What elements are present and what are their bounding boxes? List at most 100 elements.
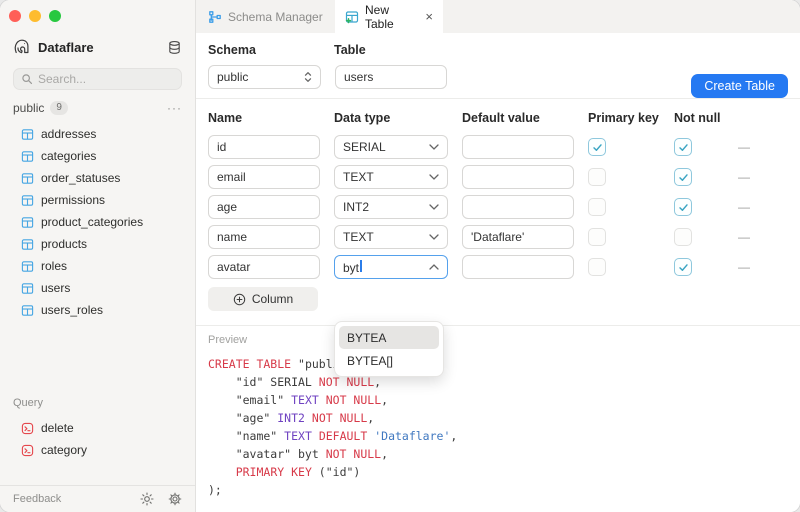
chevron-down-icon <box>429 204 439 210</box>
default-value-input[interactable] <box>462 255 574 279</box>
more-options-icon[interactable]: ··· <box>167 101 182 115</box>
sidebar-footer: Feedback <box>0 485 195 512</box>
sidebar-item-products[interactable]: products <box>0 233 195 255</box>
primary-key-checkbox[interactable] <box>588 228 606 246</box>
table-list: addresses categories order_statuses perm… <box>0 123 195 321</box>
remove-column-button[interactable]: — <box>738 140 762 154</box>
close-window-button[interactable] <box>9 10 21 22</box>
column-name-input[interactable] <box>208 225 320 249</box>
sidebar-item-categories[interactable]: categories <box>0 145 195 167</box>
tab-bar: Schema Manager New Table × <box>196 0 800 33</box>
column-name-input[interactable] <box>208 135 320 159</box>
not-null-checkbox[interactable] <box>674 168 692 186</box>
primary-key-checkbox[interactable] <box>588 168 606 186</box>
schema-manager-icon <box>208 10 222 24</box>
dropdown-option-bytea[interactable]: BYTEA <box>339 326 439 349</box>
schema-group-row[interactable]: public 9 ··· <box>13 101 182 115</box>
header-default-value: Default value <box>462 111 574 125</box>
chevron-down-icon <box>429 144 439 150</box>
not-null-checkbox[interactable] <box>674 258 692 276</box>
column-name-input[interactable] <box>208 165 320 189</box>
schema-select[interactable]: public <box>208 65 321 89</box>
header-name: Name <box>208 111 320 125</box>
primary-key-checkbox[interactable] <box>588 258 606 276</box>
data-type-dropdown: BYTEA BYTEA[] <box>334 321 444 377</box>
column-row-email: TEXT — <box>208 165 788 189</box>
column-row-name: TEXT — <box>208 225 788 249</box>
dataflare-elephant-logo-icon <box>13 38 31 56</box>
tab-new-table[interactable]: New Table × <box>335 0 443 33</box>
sidebar-item-order-statuses[interactable]: order_statuses <box>0 167 195 189</box>
data-type-select[interactable]: TEXT <box>334 165 448 189</box>
stepper-icon <box>304 71 312 83</box>
sidebar-item-product-categories[interactable]: product_categories <box>0 211 195 233</box>
column-row-age: INT2 — <box>208 195 788 219</box>
default-value-input[interactable] <box>462 195 574 219</box>
preview-label: Preview <box>208 334 788 346</box>
chevron-down-icon <box>429 174 439 180</box>
data-type-select[interactable]: TEXT <box>334 225 448 249</box>
close-tab-icon[interactable]: × <box>425 10 433 23</box>
default-value-input[interactable] <box>462 165 574 189</box>
sidebar-item-users-roles[interactable]: users_roles <box>0 299 195 321</box>
minimize-window-button[interactable] <box>29 10 41 22</box>
dropdown-option-bytea-array[interactable]: BYTEA[] <box>339 349 439 372</box>
app-window: Dataflare public 9 ··· <box>0 0 800 512</box>
primary-key-checkbox[interactable] <box>588 198 606 216</box>
settings-gear-icon[interactable] <box>168 492 182 506</box>
column-row-id: SERIAL — <box>208 135 788 159</box>
window-controls <box>0 0 195 22</box>
plus-circle-icon <box>233 293 246 306</box>
preview-section: Preview CREATE TABLE "public"."users" ( … <box>196 326 800 499</box>
tab-schema-manager[interactable]: Schema Manager <box>196 0 335 33</box>
data-type-select[interactable]: SERIAL <box>334 135 448 159</box>
data-type-combobox[interactable]: byt <box>334 255 448 279</box>
search-icon <box>21 73 33 85</box>
zoom-window-button[interactable] <box>49 10 61 22</box>
app-title: Dataflare <box>38 40 167 55</box>
column-name-input[interactable] <box>208 195 320 219</box>
query-section-label: Query <box>13 397 195 409</box>
table-label: Table <box>334 43 366 57</box>
primary-key-checkbox[interactable] <box>588 138 606 156</box>
sidebar-item-permissions[interactable]: permissions <box>0 189 195 211</box>
sidebar-item-roles[interactable]: roles <box>0 255 195 277</box>
not-null-checkbox[interactable] <box>674 228 692 246</box>
schema-label: Schema <box>208 43 334 57</box>
new-table-panel: Schema Table public Create Table <box>196 33 800 512</box>
sql-code: CREATE TABLE "public"."users" ( "id" SER… <box>208 355 788 499</box>
new-table-icon <box>345 10 359 24</box>
sidebar-item-query-category[interactable]: category <box>0 439 195 461</box>
sidebar-item-users[interactable]: users <box>0 277 195 299</box>
table-name-input[interactable] <box>335 65 447 89</box>
header-primary-key: Primary key <box>588 111 660 125</box>
remove-column-button[interactable]: — <box>738 200 762 214</box>
header-data-type: Data type <box>334 111 448 125</box>
default-value-input[interactable] <box>462 225 574 249</box>
create-table-button[interactable]: Create Table <box>691 74 788 98</box>
database-icon[interactable] <box>167 40 182 55</box>
text-caret <box>360 260 362 272</box>
sidebar: Dataflare public 9 ··· <box>0 0 196 512</box>
remove-column-button[interactable]: — <box>738 230 762 244</box>
search-box[interactable] <box>13 68 182 90</box>
query-section: Query delete category <box>0 397 195 461</box>
remove-column-button[interactable]: — <box>738 260 762 274</box>
search-input[interactable] <box>38 72 174 86</box>
not-null-checkbox[interactable] <box>674 138 692 156</box>
main-area: Schema Manager New Table × Schema Table <box>196 0 800 512</box>
remove-column-button[interactable]: — <box>738 170 762 184</box>
column-name-input[interactable] <box>208 255 320 279</box>
table-count-badge: 9 <box>50 101 68 115</box>
default-value-input[interactable] <box>462 135 574 159</box>
header-not-null: Not null <box>674 111 724 125</box>
chevron-up-icon <box>429 264 439 270</box>
feedback-button[interactable]: Feedback <box>13 493 126 505</box>
sidebar-item-query-delete[interactable]: delete <box>0 417 195 439</box>
chevron-down-icon <box>429 234 439 240</box>
data-type-select[interactable]: INT2 <box>334 195 448 219</box>
sidebar-item-addresses[interactable]: addresses <box>0 123 195 145</box>
theme-toggle-icon[interactable] <box>140 492 154 506</box>
add-column-button[interactable]: Column <box>208 287 318 311</box>
not-null-checkbox[interactable] <box>674 198 692 216</box>
